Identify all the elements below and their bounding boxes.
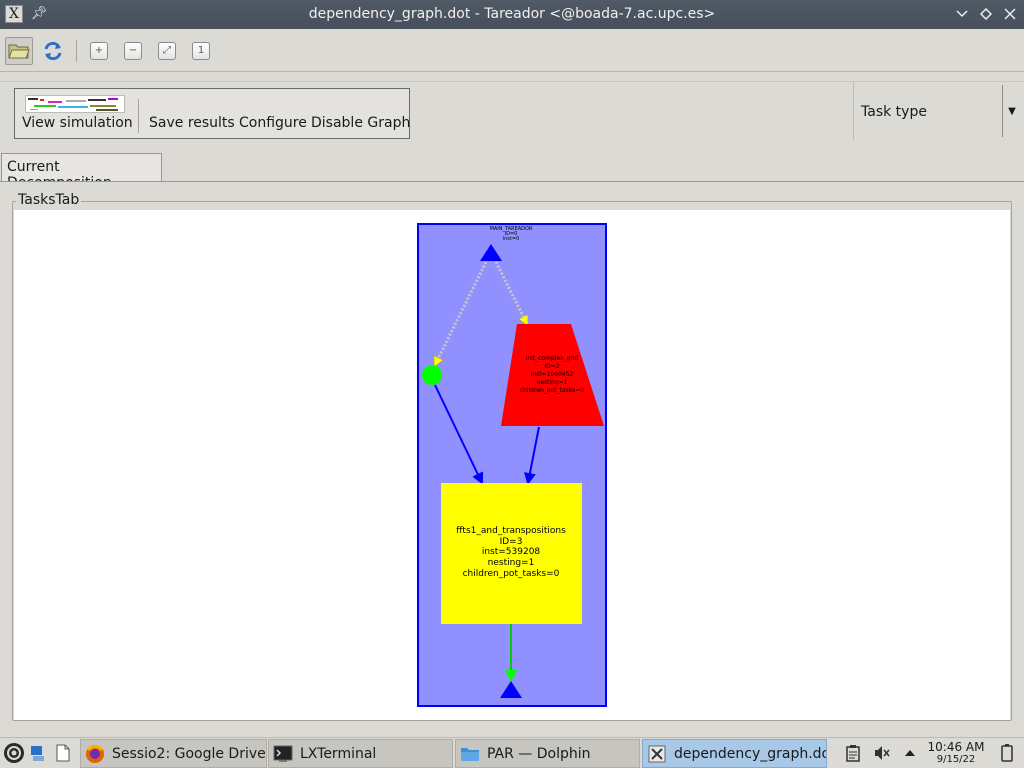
- taskbar-item-label: PAR — Dolphin: [487, 745, 591, 762]
- start-menu-icon: [4, 743, 24, 763]
- file-icon: [56, 744, 70, 762]
- disable-graph-button[interactable]: Disable Graph: [311, 115, 410, 131]
- zoom-in-button[interactable]: +: [86, 38, 112, 64]
- view-simulation-button[interactable]: View simulation: [22, 115, 133, 131]
- firefox-icon: [85, 744, 105, 764]
- reload-button[interactable]: [40, 38, 66, 64]
- start-menu-button[interactable]: [3, 742, 25, 764]
- terminal-icon: [273, 744, 293, 764]
- battery-icon: [1001, 744, 1013, 762]
- zoom-out-icon: −: [124, 42, 142, 60]
- configure-button[interactable]: Configure: [239, 115, 307, 131]
- dependency-graph: MAIN_TAREADOR ID=0 inst=0 init_complex_g…: [417, 223, 607, 707]
- volume-tray-button[interactable]: [871, 742, 893, 764]
- task-node-small[interactable]: [422, 365, 442, 385]
- actions-group: View simulation Save results Configure D…: [14, 88, 410, 139]
- reload-icon: [44, 41, 62, 61]
- task-node-init-grid-line-4: nesting=1: [536, 379, 567, 386]
- taskbar-item-label: dependency_graph.do...: [674, 745, 827, 762]
- zoom-original-icon: 1: [192, 42, 210, 60]
- tray-expand-button[interactable]: [899, 742, 921, 764]
- task-node-ffts1-line-4: nesting=1: [488, 558, 535, 568]
- dropdown-arrow-icon[interactable]: ▼: [1002, 85, 1021, 137]
- task-node-ffts1-line-5: children_pot_tasks=0: [463, 569, 560, 579]
- toolbar-separator: [76, 40, 77, 62]
- folder-open-icon: [8, 44, 30, 59]
- task-node-ffts1-line-2: ID=3: [500, 537, 523, 547]
- clipboard-icon: [846, 745, 860, 762]
- task-node-start-label-line-3: inst=0: [503, 236, 520, 242]
- clock-date: 9/15/22: [936, 754, 976, 765]
- task-node-ffts1-line-3: inst=539208: [482, 547, 541, 557]
- clipboard-tray-button[interactable]: [842, 742, 864, 764]
- chevron-up-icon: [905, 750, 915, 756]
- taskbar-item-dolphin[interactable]: PAR — Dolphin: [455, 739, 640, 768]
- title-bar: X 📌︎ dependency_graph.dot - Tareador <@b…: [0, 0, 1024, 29]
- clock[interactable]: 10:46 AM 9/15/22: [925, 741, 987, 765]
- group-title: TasksTab: [16, 192, 82, 208]
- actions-separator: [138, 99, 139, 133]
- zoom-out-button[interactable]: −: [120, 38, 146, 64]
- tareador-icon: [647, 744, 667, 764]
- main-toolbar: + − ⤢ 1: [0, 30, 1024, 72]
- simulation-preview-thumbnail[interactable]: [25, 95, 125, 113]
- task-node-init-grid-line-5: children_pot_tasks=0: [520, 387, 585, 394]
- task-node-ffts1-line-1: ffts1_and_transpositions: [456, 526, 566, 536]
- show-desktop-button[interactable]: [27, 742, 49, 764]
- task-node-init-grid-line-2: ID=2: [544, 363, 559, 370]
- clock-time: 10:46 AM: [927, 740, 985, 754]
- taskbar-item-firefox[interactable]: Sessio2: Google Drive ...: [80, 739, 267, 768]
- taskbar-item-lxterminal[interactable]: LXTerminal: [268, 739, 453, 768]
- minimize-icon[interactable]: [952, 4, 972, 24]
- folder-icon: [460, 744, 480, 764]
- save-results-button[interactable]: Save results: [149, 115, 235, 131]
- desktop-icon: [31, 746, 44, 761]
- file-manager-launcher[interactable]: [52, 742, 74, 764]
- tab-pane: TasksTab MAIN_TAREADOR ID=0 inst=0 init_…: [0, 181, 1024, 734]
- action-bar: View simulation Save results Configure D…: [0, 81, 1024, 143]
- graph-canvas[interactable]: MAIN_TAREADOR ID=0 inst=0 init_complex_g…: [14, 210, 1010, 720]
- maximize-icon[interactable]: [976, 4, 996, 24]
- zoom-in-icon: +: [90, 42, 108, 60]
- tab-bar: Current Decomposition: [0, 151, 1024, 191]
- taskbar-item-tareador[interactable]: dependency_graph.do...: [642, 739, 827, 768]
- task-node-init-grid-line-3: inst=1060452: [531, 371, 574, 378]
- zoom-fit-icon: ⤢: [158, 42, 176, 60]
- taskbar-item-label: Sessio2: Google Drive ...: [112, 745, 267, 762]
- task-type-select[interactable]: Task type ▼: [853, 82, 1020, 141]
- close-icon[interactable]: [1000, 4, 1020, 24]
- zoom-fit-button[interactable]: ⤢: [154, 38, 180, 64]
- taskbar-item-label: LXTerminal: [300, 745, 377, 762]
- volume-muted-icon: [875, 746, 890, 760]
- task-type-label: Task type: [861, 104, 927, 120]
- zoom-original-button[interactable]: 1: [188, 38, 214, 64]
- window-title: dependency_graph.dot - Tareador <@boada-…: [308, 6, 716, 22]
- taskbar: Sessio2: Google Drive ... LXTerminal PAR…: [0, 737, 1024, 768]
- power-button[interactable]: [996, 742, 1018, 764]
- tab-current-decomposition[interactable]: Current Decomposition: [1, 153, 162, 191]
- task-node-init-grid-line-1: init_complex_grid: [526, 355, 579, 362]
- open-file-button[interactable]: [5, 37, 33, 65]
